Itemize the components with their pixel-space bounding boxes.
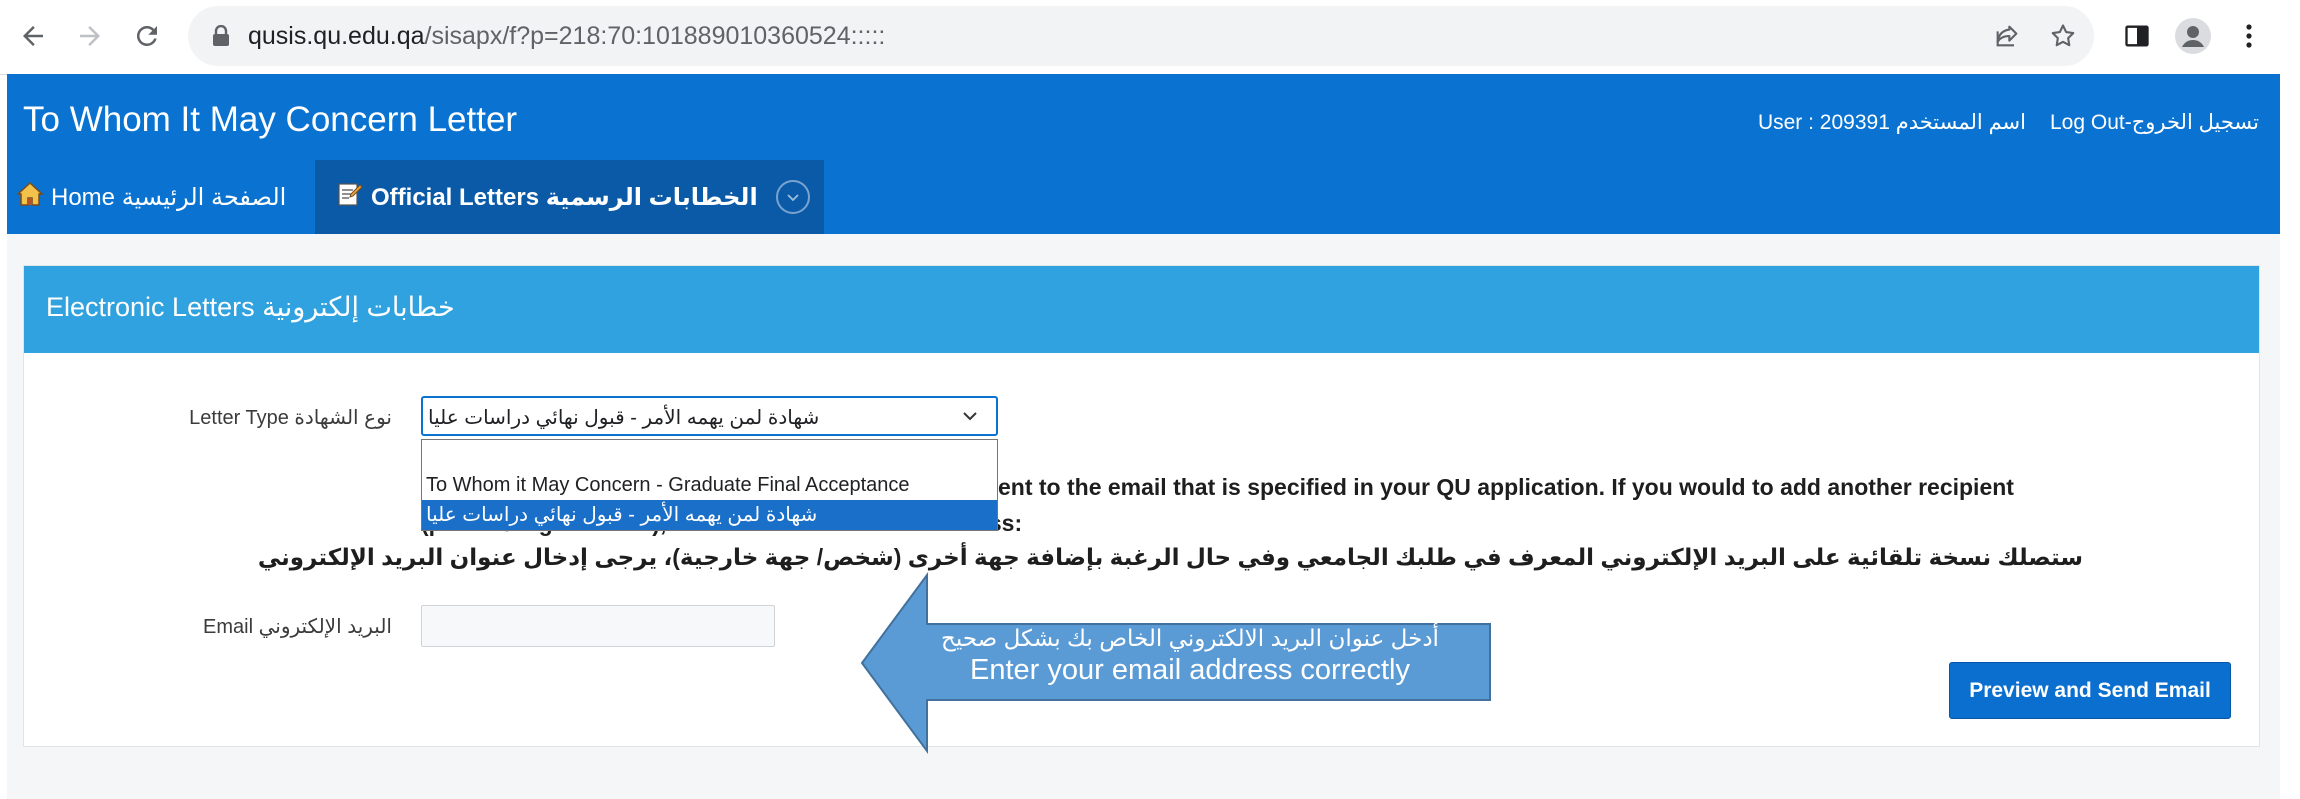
app-header: To Whom It May Concern Letter User : 209… <box>7 74 2280 234</box>
dropdown-option-english[interactable]: To Whom it May Concern - Graduate Final … <box>422 470 997 500</box>
dropdown-option-empty[interactable] <box>422 440 997 470</box>
share-icon[interactable] <box>1990 19 2024 53</box>
notice-arabic: ستصلك نسخة تلقائية على البريد الإلكتروني… <box>257 544 2083 570</box>
page-title: To Whom It May Concern Letter <box>23 100 518 139</box>
letter-type-select[interactable]: شهادة لمن يهمه الأمر - قبول نهائي دراسات… <box>421 396 998 436</box>
reload-icon[interactable] <box>126 15 168 57</box>
chevron-down-icon[interactable] <box>776 180 810 214</box>
notice-english-line1: ent to the email that is specified in yo… <box>998 474 2014 500</box>
chevron-down-icon <box>960 406 980 431</box>
memo-icon <box>337 181 363 214</box>
email-field[interactable] <box>421 605 775 647</box>
bookmark-star-icon[interactable] <box>2046 19 2080 53</box>
page-edge <box>2280 74 2300 799</box>
callout-text: أدخل عنوان البريد الالكتروني الخاص بك بش… <box>880 625 1500 687</box>
nav-letters-label: Official Letters الخطابات الرسمية <box>371 183 758 211</box>
callout-text-arabic: أدخل عنوان البريد الالكتروني الخاص بك بش… <box>941 625 1439 651</box>
menu-kebab-icon[interactable] <box>2228 15 2270 57</box>
forward-icon[interactable] <box>69 15 111 57</box>
panel-header: Electronic Letters خطابات إلكترونية <box>24 266 2259 353</box>
nav-item-home[interactable]: Home الصفحة الرئيسية <box>16 160 287 234</box>
lock-icon[interactable] <box>204 19 238 53</box>
side-panel-icon[interactable] <box>2116 15 2158 57</box>
address-bar[interactable]: qusis.qu.edu.qa/sisapx/f?p=218:70:101889… <box>188 6 2094 66</box>
nav-home-label: Home الصفحة الرئيسية <box>51 183 287 211</box>
nav-item-official-letters[interactable]: Official Letters الخطابات الرسمية <box>315 160 824 234</box>
dropdown-option-arabic[interactable]: شهادة لمن يهمه الأمر - قبول نهائي دراسات… <box>422 500 997 530</box>
home-icon <box>16 181 44 214</box>
browser-toolbar: qusis.qu.edu.qa/sisapx/f?p=218:70:101889… <box>0 0 2300 75</box>
letter-type-label: Letter Type نوع الشهادة <box>189 407 392 429</box>
main-nav: Home الصفحة الرئيسية Official Letters ال… <box>7 160 1007 234</box>
letter-type-selected-value: شهادة لمن يهمه الأمر - قبول نهائي دراسات… <box>428 407 820 429</box>
email-label: Email البريد الإلكتروني <box>203 616 392 638</box>
panel-title: Electronic Letters خطابات إلكترونية <box>46 292 455 322</box>
letter-type-dropdown: To Whom it May Concern - Graduate Final … <box>421 439 998 531</box>
logout-link[interactable]: Log Out-تسجيل الخروج <box>2050 111 2259 134</box>
user-info: User : 209391 اسم المستخدم Log Out-تسجيل … <box>1734 110 2259 135</box>
profile-avatar-icon[interactable] <box>2172 15 2214 57</box>
user-id-label: User : 209391 اسم المستخدم <box>1757 111 2026 134</box>
preview-send-email-button[interactable]: Preview and Send Email <box>1949 662 2231 719</box>
back-icon[interactable] <box>12 15 54 57</box>
callout-text-english: Enter your email address correctly <box>970 653 1410 686</box>
url-text[interactable]: qusis.qu.edu.qa/sisapx/f?p=218:70:101889… <box>248 22 885 51</box>
